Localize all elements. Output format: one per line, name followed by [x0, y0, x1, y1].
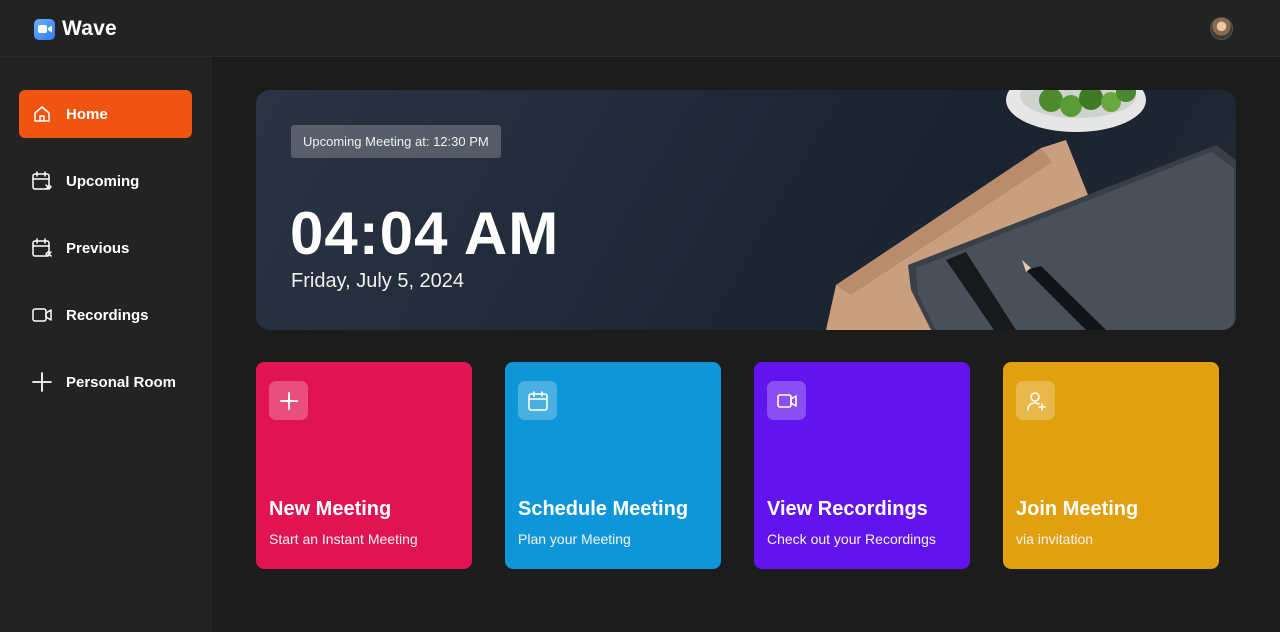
- card-title: View Recordings: [767, 498, 928, 520]
- sidebar-item-label: Home: [66, 105, 108, 123]
- user-add-icon: [1016, 381, 1055, 420]
- card-subtitle: Start an Instant Meeting: [269, 531, 418, 547]
- video-icon: [767, 381, 806, 420]
- card-title: Schedule Meeting: [518, 498, 689, 520]
- calendar-previous-icon: [31, 237, 53, 259]
- calendar-upcoming-icon: [31, 170, 53, 192]
- plus-icon: [269, 381, 308, 420]
- sidebar-item-personal-room[interactable]: Personal Room: [19, 358, 192, 406]
- card-subtitle: Check out your Recordings: [767, 531, 936, 547]
- upcoming-meeting-badge: Upcoming Meeting at: 12:30 PM: [291, 125, 501, 158]
- avatar[interactable]: [1210, 17, 1233, 40]
- sidebar: Home Upcoming Previous Recordings Person…: [0, 57, 212, 632]
- card-title: Join Meeting: [1016, 498, 1139, 520]
- sidebar-item-home[interactable]: Home: [19, 90, 192, 138]
- sidebar-item-label: Previous: [66, 239, 130, 257]
- desk-illustration: [826, 90, 1236, 330]
- hero-banner: Upcoming Meeting at: 12:30 PM 04:04 AM F…: [256, 90, 1236, 330]
- sidebar-item-upcoming[interactable]: Upcoming: [19, 157, 192, 205]
- home-icon: [31, 103, 53, 125]
- main-content: Upcoming Meeting at: 12:30 PM 04:04 AM F…: [212, 57, 1280, 632]
- view-recordings-card[interactable]: View Recordings Check out your Recording…: [754, 362, 970, 569]
- plus-icon: [31, 371, 53, 393]
- sidebar-item-recordings[interactable]: Recordings: [19, 291, 192, 339]
- card-subtitle: Plan your Meeting: [518, 531, 631, 547]
- card-title: New Meeting: [269, 498, 392, 520]
- current-date: Friday, July 5, 2024: [291, 270, 465, 292]
- new-meeting-card[interactable]: New Meeting Start an Instant Meeting: [256, 362, 472, 569]
- top-bar: Wave: [0, 0, 1280, 57]
- schedule-meeting-card[interactable]: Schedule Meeting Plan your Meeting: [505, 362, 721, 569]
- sidebar-item-label: Personal Room: [66, 373, 177, 391]
- card-subtitle: via invitation: [1016, 531, 1094, 547]
- current-time: 04:04 AM: [290, 200, 560, 267]
- brand-name: Wave: [62, 17, 117, 40]
- sidebar-item-label: Upcoming: [66, 172, 140, 190]
- video-icon: [31, 304, 53, 326]
- wave-logo-icon: [34, 18, 55, 40]
- sidebar-item-label: Recordings: [66, 306, 149, 324]
- join-meeting-card[interactable]: Join Meeting via invitation: [1003, 362, 1219, 569]
- brand[interactable]: Wave: [34, 17, 117, 41]
- calendar-icon: [518, 381, 557, 420]
- sidebar-item-previous[interactable]: Previous: [19, 224, 192, 272]
